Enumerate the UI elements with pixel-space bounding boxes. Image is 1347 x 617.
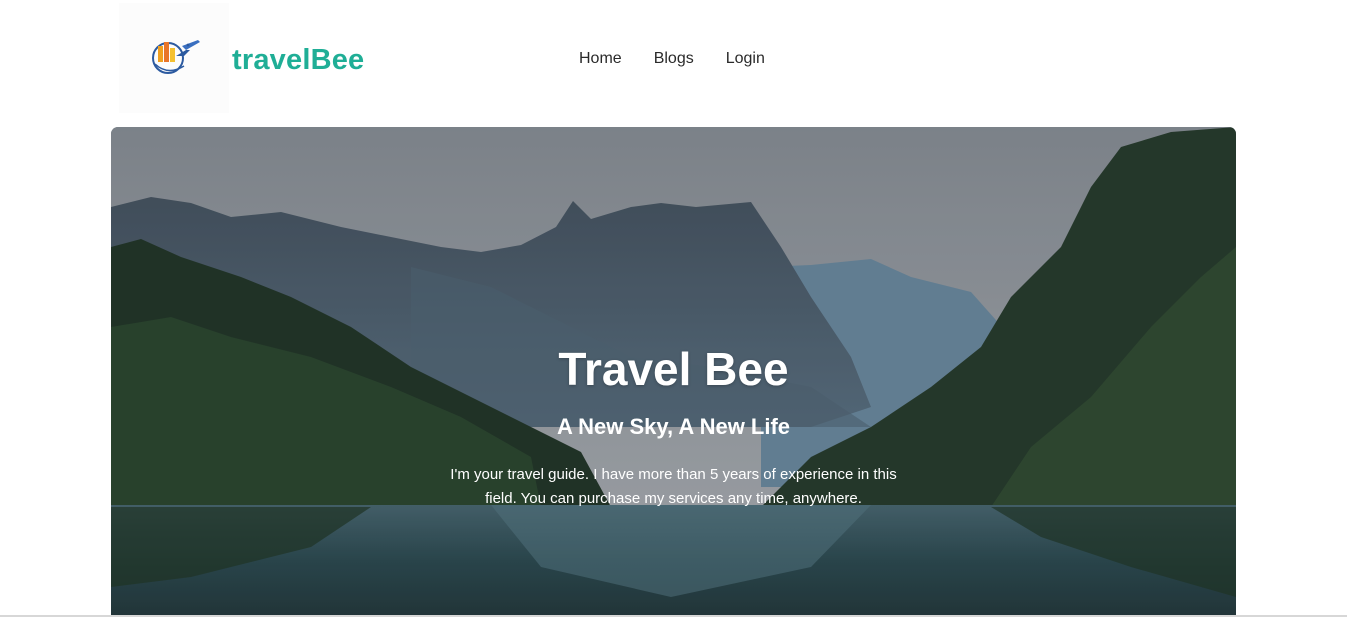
nav-home-link[interactable]: Home: [568, 48, 633, 70]
site-header: travelBee Home Blogs Login: [0, 0, 1347, 120]
nav-login-link[interactable]: Login: [715, 48, 776, 70]
page: travelBee Home Blogs Login Travel Bee A …: [0, 0, 1347, 617]
hero-banner: Travel Bee A New Sky, A New Life I'm you…: [111, 127, 1236, 617]
hero-description: I'm your travel guide. I have more than …: [450, 466, 897, 507]
logo-link[interactable]: [119, 3, 229, 113]
nav-blogs-link[interactable]: Blogs: [643, 48, 705, 70]
travel-logo-icon: [152, 40, 200, 74]
brand-name[interactable]: travelBee: [232, 43, 364, 77]
hero-title: Travel Bee: [558, 343, 789, 395]
hero-subtitle: A New Sky, A New Life: [556, 414, 791, 439]
hero-content: Travel Bee A New Sky, A New Life I'm you…: [111, 127, 1236, 617]
main-nav: Home Blogs Login: [568, 48, 776, 70]
